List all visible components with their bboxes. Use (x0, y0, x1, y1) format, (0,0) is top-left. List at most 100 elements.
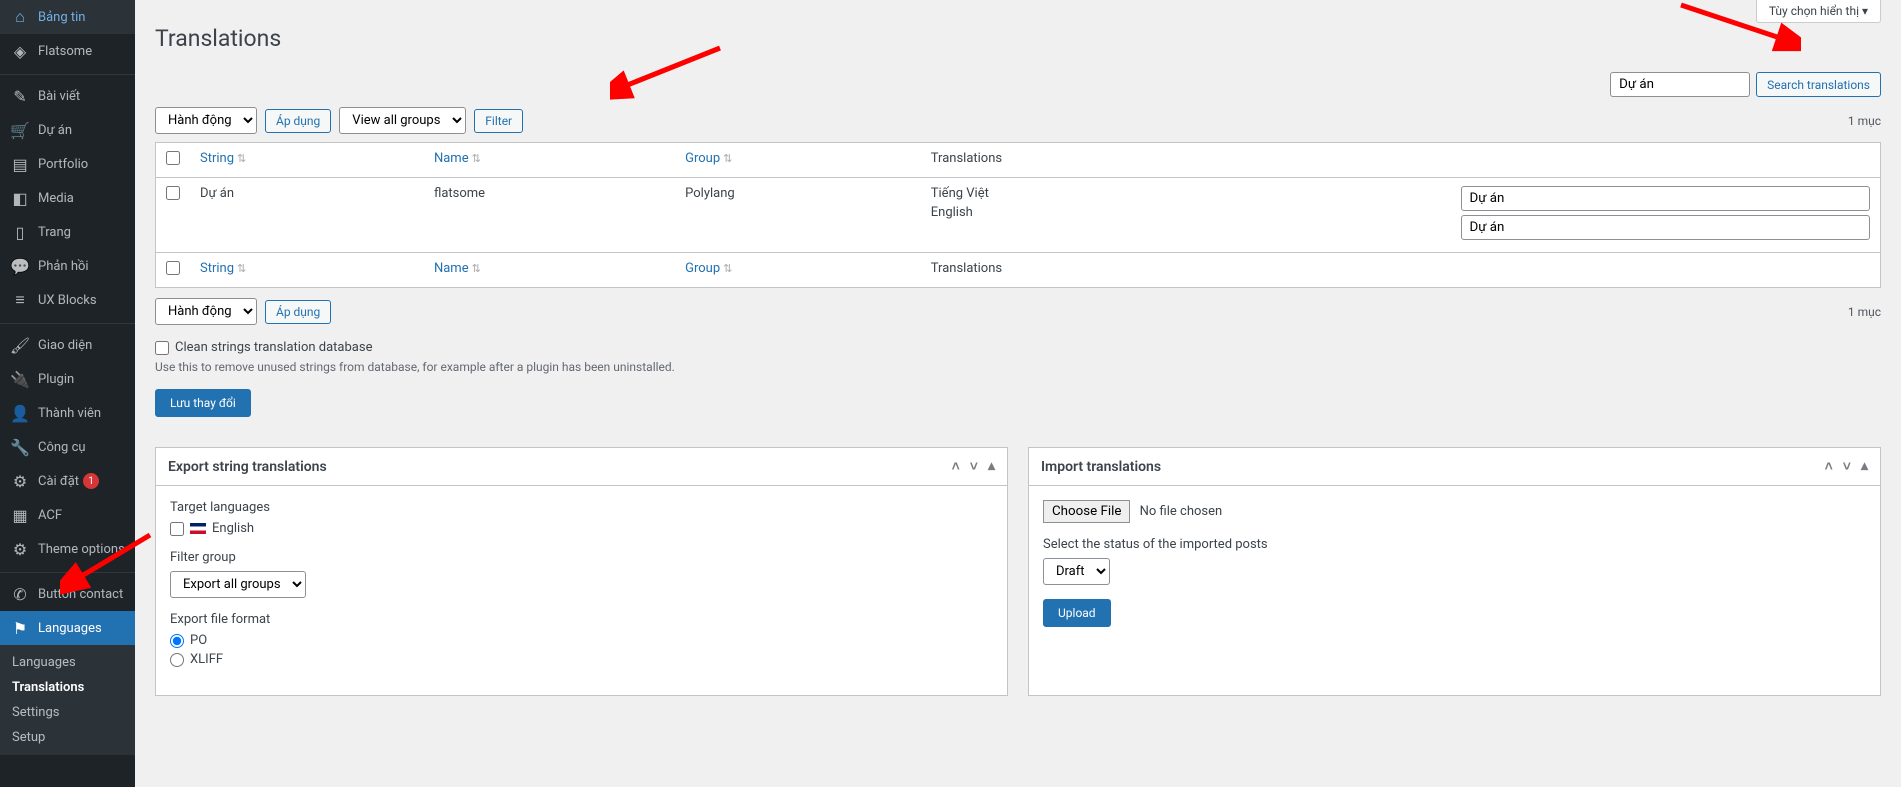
acf-icon: ▦ (10, 505, 30, 525)
col-name: Name⇅ (424, 143, 675, 178)
users-icon: 👤 (10, 403, 30, 423)
portfolio-icon: ▤ (10, 154, 30, 174)
bulk-action-select-bottom[interactable]: Hành động (155, 298, 257, 325)
items-count-bottom: 1 mục (1848, 305, 1881, 319)
flag-icon (190, 523, 206, 534)
sort-icon: ⇅ (723, 152, 732, 165)
admin-sidebar: ⌂Bảng tin ◈Flatsome ✎Bài viết 🛒Dự án ▤Po… (0, 0, 135, 787)
menu-phan-hoi[interactable]: 💬Phản hồi (0, 249, 135, 283)
menu-portfolio[interactable]: ▤Portfolio (0, 147, 135, 181)
chevron-up-icon[interactable]: ˄ (1825, 458, 1833, 475)
menu-du-an[interactable]: 🛒Dự án (0, 113, 135, 147)
import-title: Import translations (1041, 459, 1161, 475)
phone-icon: ✆ (10, 584, 30, 604)
comments-icon: 💬 (10, 256, 30, 276)
pages-icon: ▯ (10, 222, 30, 242)
submenu-translations[interactable]: Translations (0, 675, 135, 700)
clean-db-checkbox[interactable] (155, 341, 169, 355)
menu-media[interactable]: ◧Media (0, 181, 135, 215)
menu-plugin[interactable]: 🔌Plugin (0, 362, 135, 396)
media-icon: ◧ (10, 188, 30, 208)
export-postbox: Export string translations ˄ ˅ ▴ Target … (155, 447, 1008, 696)
items-count-top: 1 mục (1848, 114, 1881, 128)
chevron-down-icon[interactable]: ˅ (970, 458, 978, 475)
search-button[interactable]: Search translations (1756, 72, 1881, 97)
no-file-label: No file chosen (1140, 504, 1223, 519)
col-translations: Translations (921, 143, 1451, 178)
menu-languages[interactable]: ⚑Languages (0, 611, 135, 645)
clean-db-desc: Use this to remove unused strings from d… (155, 360, 1881, 374)
lang-icon: ⚑ (10, 618, 30, 638)
export-group-select[interactable]: Export all groups (170, 571, 306, 598)
screen-options-button[interactable]: Tùy chọn hiển thị ▾ (1756, 0, 1881, 23)
format-po-radio[interactable] (170, 634, 184, 648)
lang-label: English (931, 205, 1061, 220)
choose-file-button[interactable]: Choose File (1043, 500, 1130, 523)
import-status-select[interactable]: Draft (1043, 558, 1110, 585)
menu-bang-tin[interactable]: ⌂Bảng tin (0, 0, 135, 34)
group-filter-select[interactable]: View all groups (339, 107, 466, 134)
translation-input-vi[interactable] (1461, 186, 1871, 211)
submenu-languages[interactable]: Languages (0, 650, 135, 675)
sort-icon: ⇅ (237, 262, 246, 275)
export-format-label: Export file format (170, 612, 993, 627)
plugins-icon: 🔌 (10, 369, 30, 389)
menu-thanh-vien[interactable]: 👤Thành viên (0, 396, 135, 430)
bulk-apply-top[interactable]: Áp dụng (265, 109, 331, 133)
main-content: Tùy chọn hiển thị ▾ Translations Search … (135, 0, 1901, 787)
select-all-bottom[interactable] (166, 261, 180, 275)
chevron-up-icon[interactable]: ˄ (952, 458, 960, 475)
menu-cai-dat[interactable]: ⚙Cài đặt1 (0, 464, 135, 498)
theme-icon: ⚙ (10, 539, 30, 559)
search-input[interactable] (1610, 72, 1750, 97)
submenu-setup[interactable]: Setup (0, 725, 135, 750)
bulk-action-select-top[interactable]: Hành động (155, 107, 257, 134)
cart-icon: 🛒 (10, 120, 30, 140)
pin-icon: ✎ (10, 86, 30, 106)
menu-theme-options[interactable]: ⚙Theme options (0, 532, 135, 566)
menu-ux-blocks[interactable]: ≡UX Blocks (0, 283, 135, 317)
row-name: flatsome (424, 178, 675, 253)
chevron-down-icon[interactable]: ˅ (1843, 458, 1851, 475)
save-button[interactable]: Lưu thay đổi (155, 389, 251, 417)
languages-submenu: Languages Translations Settings Setup (0, 645, 135, 755)
tools-icon: 🔧 (10, 437, 30, 457)
submenu-settings[interactable]: Settings (0, 700, 135, 725)
menu-giao-dien[interactable]: 🖌Giao diện (0, 328, 135, 362)
sort-icon: ⇅ (472, 152, 481, 165)
format-xliff-radio[interactable] (170, 653, 184, 667)
table-row: Dự án flatsome Polylang Tiếng Việt Engli… (156, 178, 1881, 253)
export-title: Export string translations (168, 459, 327, 475)
toggle-icon[interactable]: ▴ (1861, 458, 1868, 475)
row-checkbox[interactable] (166, 186, 180, 200)
menu-cong-cu[interactable]: 🔧Công cụ (0, 430, 135, 464)
appearance-icon: 🖌 (10, 335, 30, 355)
bulk-apply-bottom[interactable]: Áp dụng (265, 300, 331, 324)
toggle-icon[interactable]: ▴ (988, 458, 995, 475)
settings-badge: 1 (83, 473, 99, 489)
ux-icon: ≡ (10, 290, 30, 310)
menu-trang[interactable]: ▯Trang (0, 215, 135, 249)
clean-db-label[interactable]: Clean strings translation database (155, 340, 1881, 355)
menu-button-contact[interactable]: ✆Button contact (0, 577, 135, 611)
filter-group-label: Filter group (170, 550, 993, 565)
filter-button[interactable]: Filter (474, 109, 523, 133)
dashboard-icon: ⌂ (10, 7, 30, 27)
menu-bai-viet[interactable]: ✎Bài viết (0, 79, 135, 113)
sort-icon: ⇅ (472, 262, 481, 275)
translation-input-en[interactable] (1461, 215, 1871, 240)
select-all-top[interactable] (166, 151, 180, 165)
row-string: Dự án (190, 178, 424, 253)
menu-acf[interactable]: ▦ACF (0, 498, 135, 532)
page-title: Translations (155, 20, 1881, 52)
col-group: Group⇅ (675, 143, 921, 178)
import-postbox: Import translations ˄ ˅ ▴ Choose File No… (1028, 447, 1881, 696)
menu-flatsome[interactable]: ◈Flatsome (0, 34, 135, 68)
row-group: Polylang (675, 178, 921, 253)
flatsome-icon: ◈ (10, 41, 30, 61)
target-lang-en-checkbox[interactable] (170, 522, 184, 536)
settings-icon: ⚙ (10, 471, 30, 491)
upload-button[interactable]: Upload (1043, 599, 1111, 627)
import-status-label: Select the status of the imported posts (1043, 537, 1866, 552)
col-string: String⇅ (190, 143, 424, 178)
